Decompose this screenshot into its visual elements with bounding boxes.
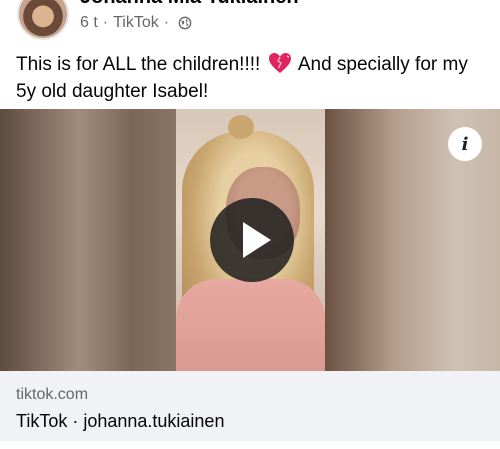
avatar[interactable] (17, 0, 69, 40)
meta-separator: · (163, 14, 170, 31)
video-blur-left (0, 109, 176, 371)
play-icon[interactable] (210, 198, 294, 282)
heart-emoji (268, 53, 291, 73)
post-meta: 6 t · TikTok · (80, 14, 192, 32)
meta-separator: · (102, 14, 109, 31)
post-time[interactable]: 6 t (80, 14, 98, 32)
post-text: This is for ALL the children!!!! And spe… (16, 51, 486, 105)
post-source: TikTok (113, 14, 159, 31)
link-preview-card[interactable]: tiktok.com TikTok · johanna.tukiainen (0, 371, 500, 441)
link-title[interactable]: TikTok · johanna.tukiainen (16, 411, 224, 432)
post-header: Johanna Mia Tukiainen 6 t · TikTok · (0, 0, 500, 44)
post-text-part1: This is for ALL the children!!!! (16, 54, 261, 75)
author-name[interactable]: Johanna Mia Tukiainen (80, 0, 299, 9)
link-domain: tiktok.com (16, 386, 89, 403)
globe-icon (178, 16, 192, 30)
info-icon[interactable]: i (448, 127, 482, 161)
